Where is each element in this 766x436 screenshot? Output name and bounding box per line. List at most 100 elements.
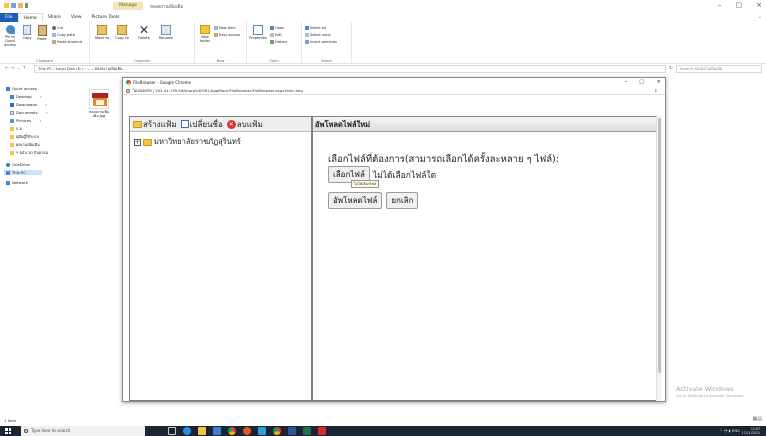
expand-plus-icon[interactable]: + (134, 138, 141, 146)
rename-button[interactable]: Rename (156, 25, 176, 40)
chevron-down-icon[interactable] (25, 3, 28, 8)
nav-desktop[interactable]: Desktop ✦ (10, 94, 42, 99)
task-view-icon[interactable] (168, 427, 176, 435)
properties-button[interactable]: Properties (249, 25, 267, 40)
nav-onedrive[interactable]: OneDrive (6, 162, 30, 167)
cancel-button[interactable]: ยกเลิก (386, 192, 419, 209)
invert-selection-label: Invert selection (310, 40, 338, 44)
select-all-button[interactable]: Select all (305, 26, 326, 30)
open-button[interactable]: Open (270, 26, 284, 30)
new-folder-button[interactable]: New folder (197, 25, 213, 43)
save-icon[interactable] (11, 3, 16, 8)
word-icon[interactable] (288, 427, 296, 435)
nav-label: ผลงานเพิ่มเติม (16, 142, 40, 147)
copy-label: Copy (22, 36, 32, 40)
language-indicator[interactable]: ENG (732, 428, 740, 433)
pin-quick-access-button[interactable]: Pin to Quick access (2, 25, 18, 47)
acrobat-icon[interactable] (318, 427, 326, 435)
maximize-button[interactable]: ▢ (736, 1, 743, 9)
nav-pictures[interactable]: Pictures ✦ (10, 118, 42, 123)
nav-downloads[interactable]: Downloads ✦ (10, 102, 47, 107)
tab-picture-tools[interactable]: Picture Tools (87, 13, 125, 22)
delete-folder-button[interactable]: ✕ ลบแฟ้ม (226, 118, 263, 131)
cut-button[interactable]: Cut (52, 26, 63, 30)
manage-contextual-tab[interactable]: Manage (113, 2, 143, 10)
popup-maximize-button[interactable]: ▢ (639, 78, 644, 87)
info-icon[interactable] (126, 89, 130, 93)
copy-path-button[interactable]: Copy path (52, 33, 75, 37)
photos-icon[interactable] (258, 427, 266, 435)
edit-button[interactable]: Edit (270, 33, 282, 37)
minimize-button[interactable]: – (718, 1, 722, 9)
cut-label: Cut (57, 26, 64, 30)
chrome-icon[interactable] (273, 427, 281, 435)
popup-url-bar[interactable]: ไม่ปลอดภัย | 202.44.139.56/sharp2d2561/A… (123, 87, 665, 95)
folder-open-icon[interactable] (18, 3, 23, 8)
excel-icon[interactable] (303, 427, 311, 435)
nav-folder-ko[interactable]: ก.อ (10, 126, 22, 132)
paste-shortcut-button[interactable]: Paste shortcut (52, 40, 82, 44)
easy-access-button[interactable]: Easy access (214, 33, 240, 37)
search-input[interactable]: Search หลงลงานเพิ่มเติม (676, 65, 762, 73)
quick-access-toolbar[interactable] (4, 3, 28, 8)
windows-start-icon[interactable] (5, 428, 11, 434)
not-secure-label: ไม่ปลอดภัย (133, 88, 152, 93)
paste-shortcut-icon (52, 40, 56, 44)
copy-button[interactable]: Copy (21, 25, 33, 40)
create-folder-button[interactable]: สร้างแฟ้ม (133, 118, 177, 131)
upload-file-button[interactable]: อัพโหลดไฟล์ (328, 192, 383, 209)
desktop-icon (10, 94, 14, 99)
tab-file[interactable]: File (0, 13, 18, 22)
delete-x-icon: ✕ (226, 119, 236, 129)
organize-group: Move to Copy to ✕ Delete Rename Organize (90, 22, 195, 64)
popup-minimize-button[interactable]: – (624, 78, 627, 87)
close-button[interactable]: × (756, 1, 762, 9)
chrome-icon[interactable] (228, 427, 236, 435)
nav-folder-sept[interactable]: ฯ ฉบับ 30 กันยายน (10, 150, 48, 156)
file-item[interactable]: หลงลงานเพิ่มเติม.jpg (88, 89, 110, 118)
nav-folder-extra[interactable]: ผลงานเพิ่มเติม (10, 142, 40, 148)
nav-quick-access[interactable]: Quick access (6, 86, 37, 91)
invert-selection-button[interactable]: Invert selection (305, 40, 337, 44)
nav-network[interactable]: Network (6, 180, 28, 185)
popup-close-button[interactable]: × (656, 78, 661, 87)
new-item-icon (214, 26, 218, 30)
nav-this-pc[interactable]: This PC (4, 170, 42, 175)
file-explorer-icon[interactable] (198, 427, 206, 435)
store-icon[interactable] (213, 427, 221, 435)
ribbon-collapse-icon[interactable]: ⌄ (758, 14, 762, 20)
delete-button[interactable]: ✕ Delete (135, 24, 153, 40)
history-button[interactable]: History (270, 40, 287, 44)
view-toggle-icon[interactable]: ▦▤ (753, 416, 762, 422)
move-to-button[interactable]: Move to (93, 25, 111, 40)
paste-button[interactable]: Paste (36, 25, 48, 41)
nav-label: Desktop (16, 94, 32, 99)
scrollbar-thumb[interactable] (658, 118, 661, 373)
nav-folder-manual[interactable]: คู่มือผู้ใช้ระบบ (10, 134, 39, 140)
system-tray[interactable]: ^ ◔ ◖ ENG (720, 427, 740, 435)
address-bar[interactable]: This PC › Local Disk (E:) › ... › หลงลงา… (34, 65, 666, 73)
copy-icon (23, 25, 31, 35)
new-item-button[interactable]: New item (214, 26, 236, 30)
taskbar-clock[interactable]: 11:07 17/11/2021 (742, 427, 760, 435)
app-icon[interactable] (243, 427, 251, 435)
download-icon (10, 102, 14, 107)
folder-toolbar: สร้างแฟ้ม เปลี่ยนชื่อ ✕ ลบแฟ้ม (130, 117, 311, 132)
rename-folder-button[interactable]: เปลี่ยนชื่อ (180, 118, 223, 131)
up-arrow-icon[interactable]: ↑ (22, 66, 28, 71)
tree-root-node[interactable]: + มหาวิทยาลัยราชภัฏสุรินทร์ (134, 136, 241, 148)
tab-share[interactable]: Share (43, 13, 66, 22)
select-caption: Select (321, 59, 332, 63)
nav-documents[interactable]: Documents ✦ (10, 110, 48, 115)
select-all-label: Select all (310, 26, 326, 30)
taskbar-search-input[interactable]: Type here to search (21, 426, 145, 436)
key-icon[interactable]: ⚷ (654, 87, 657, 95)
tab-home[interactable]: Home (17, 13, 43, 22)
tab-view[interactable]: View (66, 13, 87, 22)
clock-date: 17/11/2021 (741, 431, 760, 435)
popup-scrollbar[interactable] (656, 115, 662, 401)
edge-icon[interactable] (183, 427, 191, 435)
select-none-button[interactable]: Select none (305, 33, 331, 37)
copy-to-button[interactable]: Copy to (113, 25, 131, 40)
refresh-icon[interactable]: ↻ (669, 66, 673, 71)
